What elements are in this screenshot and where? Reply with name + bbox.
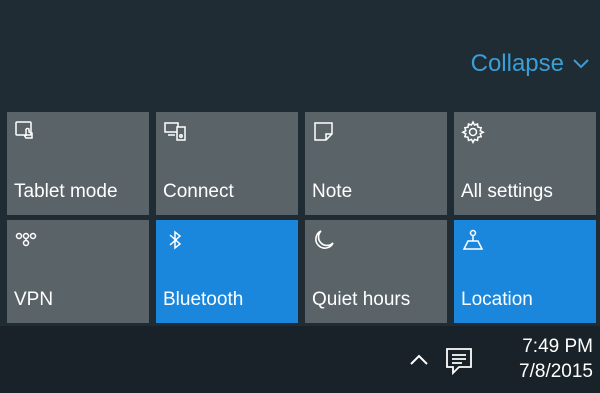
tile-quiet-hours[interactable]: Quiet hours [305,220,447,323]
clock-time: 7:49 PM [522,336,593,357]
tile-all-settings[interactable]: All settings [454,112,596,215]
connect-icon [163,120,187,144]
tile-location[interactable]: Location [454,220,596,323]
tablet-mode-icon [14,120,38,144]
taskbar: 7:49 PM 7/8/2015 [0,326,600,393]
tile-label: All settings [461,181,553,202]
taskbar-clock[interactable]: 7:49 PM 7/8/2015 [487,334,593,384]
moon-icon [312,228,336,252]
tile-label: VPN [14,289,54,310]
screen: Collapse Tablet mode Connect Note All se… [0,0,600,393]
action-center-panel: Collapse Tablet mode Connect Note All se… [0,0,600,326]
tile-label: Bluetooth [163,289,244,310]
bluetooth-icon [163,228,187,252]
note-icon [312,120,336,144]
action-center-icon[interactable] [443,346,475,376]
location-icon [461,228,485,252]
tile-label: Note [312,181,353,202]
chevron-down-icon [572,58,590,70]
clock-date: 7/8/2015 [519,361,593,382]
vpn-icon [14,228,38,252]
collapse-button[interactable]: Collapse [471,50,590,78]
tile-label: Tablet mode [14,181,118,202]
quick-actions-grid: Tablet mode Connect Note All settings VP… [7,112,600,323]
tile-label: Quiet hours [312,289,411,310]
tile-tablet-mode[interactable]: Tablet mode [7,112,149,215]
collapse-label: Collapse [470,50,564,77]
tile-vpn[interactable]: VPN [7,220,149,323]
tile-bluetooth[interactable]: Bluetooth [156,220,298,323]
tile-note[interactable]: Note [305,112,447,215]
tile-label: Connect [163,181,234,202]
gear-icon [461,120,485,144]
tile-connect[interactable]: Connect [156,112,298,215]
tile-label: Location [461,289,533,310]
show-hidden-icons-chevron-up-icon[interactable] [407,348,431,372]
